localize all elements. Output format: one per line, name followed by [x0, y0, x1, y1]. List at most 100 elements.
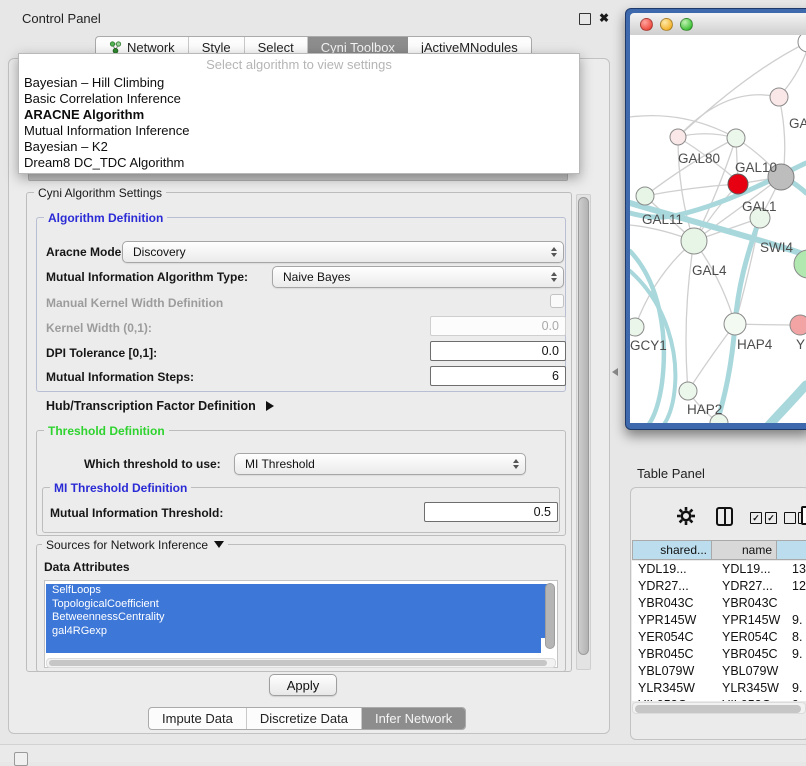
network-node[interactable] [681, 228, 707, 254]
table-row[interactable]: YDL19...YDL19...13 [632, 561, 806, 578]
columns-icon[interactable] [716, 507, 733, 526]
table-row[interactable]: YPR145WYPR145W9. [632, 612, 806, 629]
stepper-icon [551, 267, 557, 287]
tab-impute-data[interactable]: Impute Data [149, 708, 247, 729]
tab-discretize-data[interactable]: Discretize Data [247, 708, 362, 729]
unchecked-box-icon[interactable] [784, 512, 796, 524]
window-close-icon[interactable] [640, 18, 653, 31]
node-label: GAL10 [735, 160, 777, 175]
close-panel-icon[interactable]: ✖ [599, 11, 609, 25]
node-label: GCY1 [630, 338, 667, 353]
mi-threshold-field[interactable]: 0.5 [424, 502, 558, 522]
network-node[interactable] [770, 88, 788, 106]
column-header-name[interactable]: name [711, 540, 777, 560]
network-node[interactable] [798, 35, 806, 52]
tab-discretize-data-label: Discretize Data [260, 711, 348, 726]
network-canvas[interactable]: GALGAL80GAL10GAL1GAL11SWI4GAL4GCY1HAP4YH… [630, 35, 806, 423]
which-threshold-value: MI Threshold [245, 457, 315, 471]
table-cell: YBL079W [632, 663, 714, 680]
algorithm-option[interactable]: ARACNE Algorithm [19, 107, 579, 123]
table-row[interactable]: YBL079WYBL079W [632, 663, 806, 680]
algorithm-option[interactable]: Dream8 DC_TDC Algorithm [19, 155, 579, 171]
table-cell: YBR043C [632, 595, 714, 612]
network-node[interactable] [724, 313, 746, 335]
algorithm-definition-title: Algorithm Definition [44, 211, 167, 225]
tab-infer-network[interactable]: Infer Network [362, 708, 465, 729]
tab-infer-network-label: Infer Network [375, 711, 452, 726]
column-header-partial[interactable] [776, 540, 806, 560]
checked-box-icon[interactable]: ✓ [750, 512, 762, 524]
window-minimize-icon[interactable] [660, 18, 673, 31]
table-row[interactable]: YDR27...YDR27...12 [632, 578, 806, 595]
which-threshold-label: Which threshold to use: [84, 457, 221, 471]
network-node[interactable] [728, 174, 748, 194]
network-node[interactable] [636, 187, 654, 205]
table-row[interactable]: YBR045CYBR045C9. [632, 646, 806, 663]
algorithm-list: Bayesian – Hill ClimbingBasic Correlatio… [19, 75, 579, 171]
aracne-mode-select[interactable]: Discovery [122, 241, 564, 263]
algorithm-option[interactable]: Bayesian – K2 [19, 139, 579, 155]
table-cell: YER054C [714, 629, 786, 646]
table-cell: YER054C [632, 629, 714, 646]
stepper-icon [513, 454, 519, 474]
table-row[interactable]: YBR043CYBR043C [632, 595, 806, 612]
data-attribute-item[interactable]: SelfLoops [46, 584, 547, 598]
table-cell: YLR345W [632, 680, 714, 697]
float-panel-icon[interactable] [579, 13, 591, 25]
settings-scrollbar-thumb[interactable] [578, 197, 589, 655]
network-node[interactable] [790, 315, 806, 335]
hub-definition-toggle[interactable]: Hub/Transcription Factor Definition [46, 399, 274, 413]
page-icon[interactable] [801, 506, 806, 525]
table-row[interactable]: YER054CYER054C8. [632, 629, 806, 646]
table-hscrollbar-thumb[interactable] [635, 705, 801, 713]
mi-steps-field[interactable]: 6 [430, 366, 566, 386]
network-node[interactable] [670, 129, 686, 145]
kernel-width-field[interactable]: 0.0 [430, 316, 566, 336]
manual-kernel-checkbox[interactable] [550, 294, 564, 308]
data-attribute-item[interactable]: gal4RGexp [46, 625, 547, 639]
table-cell: 8. [786, 629, 806, 646]
network-window-titlebar[interactable] [630, 13, 806, 36]
algorithm-option[interactable]: Basic Correlation Inference [19, 91, 579, 107]
table-panel-title: Table Panel [637, 466, 705, 481]
attributes-vscrollbar[interactable] [545, 583, 555, 649]
splitter-collapse-icon[interactable] [612, 368, 618, 376]
dpi-tolerance-field[interactable]: 0.0 [430, 341, 566, 361]
table-cell: YPR145W [632, 612, 714, 629]
mi-type-value: Naive Bayes [283, 270, 350, 284]
table-cell: YDR27... [714, 578, 786, 595]
sources-group-title[interactable]: Sources for Network Inference [42, 538, 228, 552]
data-attribute-item[interactable]: BetweennessCentrality [46, 611, 547, 625]
table-rows: YDL19...YDL19...13YDR27...YDR27...12YBR0… [632, 561, 806, 701]
hscrollbar-thumb[interactable] [49, 660, 547, 666]
which-threshold-select[interactable]: MI Threshold [234, 453, 526, 475]
table-cell: YPR145W [714, 612, 786, 629]
table-row[interactable]: YLR345WYLR345W9. [632, 680, 806, 697]
table-hscrollbar[interactable] [632, 702, 806, 714]
collapsed-panel-grabber[interactable] [14, 752, 28, 766]
data-attributes-label: Data Attributes [44, 560, 130, 574]
attributes-hscrollbar[interactable] [46, 658, 556, 668]
data-attributes-list[interactable]: SelfLoopsTopologicalCoefficientBetweenne… [44, 580, 558, 668]
table-row[interactable]: YIL052CYIL052C9 [632, 697, 806, 701]
gear-icon[interactable] [676, 506, 696, 526]
cyni-settings-title: Cyni Algorithm Settings [34, 186, 166, 200]
table-cell: 13 [786, 561, 806, 578]
data-attribute-item[interactable]: TopologicalCoefficient [46, 598, 547, 612]
network-node[interactable] [727, 129, 745, 147]
network-node[interactable] [679, 382, 697, 400]
table-cell: 9 [786, 697, 806, 701]
mi-steps-label: Mutual Information Steps: [46, 370, 194, 384]
node-label: HAP2 [687, 402, 722, 417]
algorithm-option[interactable]: Mutual Information Inference [19, 123, 579, 139]
algorithm-option[interactable]: Bayesian – Hill Climbing [19, 75, 579, 91]
network-node[interactable] [630, 318, 644, 336]
table-cell: YLR345W [714, 680, 786, 697]
table-cell: YIL052C [714, 697, 786, 701]
threshold-definition-title: Threshold Definition [44, 424, 169, 438]
checked-box-icon[interactable]: ✓ [765, 512, 777, 524]
apply-button[interactable]: Apply [269, 674, 337, 696]
window-zoom-icon[interactable] [680, 18, 693, 31]
column-header-shared-name[interactable]: shared... [632, 540, 712, 560]
mi-type-select[interactable]: Naive Bayes [272, 266, 564, 288]
